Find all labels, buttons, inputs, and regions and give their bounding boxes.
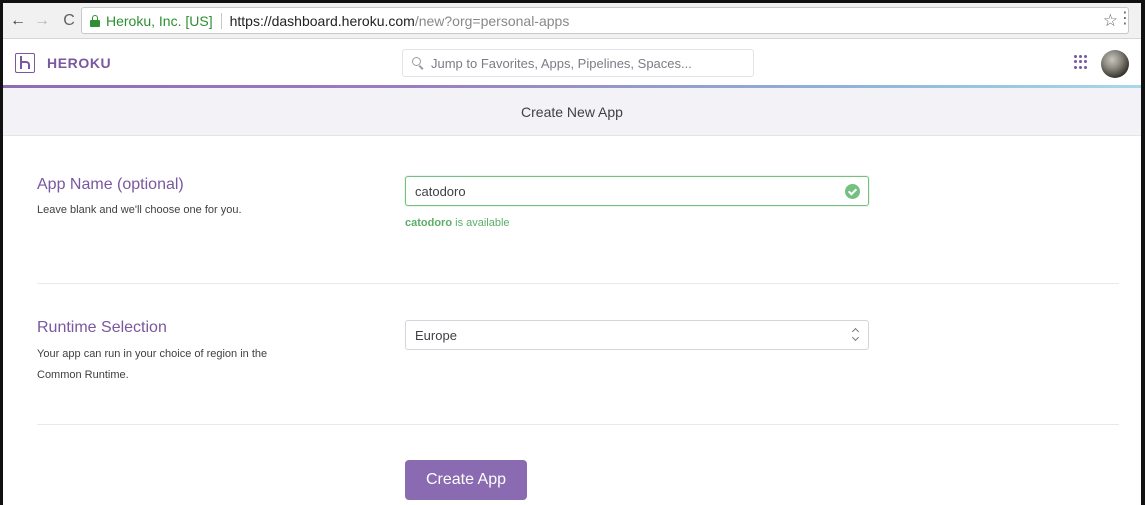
check-circle-icon <box>845 184 860 199</box>
browser-toolbar: ← → C Heroku, Inc. [US] https://dashboar… <box>3 3 1141 39</box>
url-separator <box>220 12 222 29</box>
section-divider <box>37 424 1119 425</box>
app-name-label: App Name (optional) <box>37 176 184 193</box>
page-title-bar: Create New App <box>3 88 1141 136</box>
back-arrow-icon[interactable]: ← <box>9 12 27 30</box>
runtime-help: Your app can run in your choice of regio… <box>37 348 268 381</box>
app-name-input[interactable]: catodoro <box>405 176 869 206</box>
url-path: /new?org=personal-apps <box>414 12 570 29</box>
forward-arrow-icon[interactable]: → <box>33 12 51 30</box>
avatar[interactable] <box>1101 50 1129 78</box>
app-header: HEROKU Jump to Favorites, Apps, Pipeline… <box>3 40 1141 86</box>
search-placeholder: Jump to Favorites, Apps, Pipelines, Spac… <box>431 55 692 71</box>
reload-icon[interactable]: C <box>60 12 78 30</box>
search-icon <box>412 57 424 70</box>
app-name-value: catodoro <box>415 183 466 199</box>
bookmark-star-icon[interactable]: ☆ <box>1103 11 1118 31</box>
region-select[interactable]: Europe <box>405 320 869 350</box>
lock-icon <box>90 14 100 27</box>
search-input[interactable]: Jump to Favorites, Apps, Pipelines, Spac… <box>402 49 754 77</box>
availability-message: catodoro is available <box>405 217 510 229</box>
url-host: https://dashboard.heroku.com <box>229 12 415 29</box>
browser-menu-icon[interactable]: ⋮ <box>1117 11 1133 27</box>
heroku-logo-icon[interactable] <box>15 53 35 73</box>
runtime-label: Runtime Selection <box>37 319 167 336</box>
app-name-help: Leave blank and we'll choose one for you… <box>37 204 242 216</box>
site-identity: Heroku, Inc. [US] <box>106 12 213 29</box>
heroku-logo-text[interactable]: HEROKU <box>47 55 111 71</box>
availability-text: is available <box>452 217 510 229</box>
address-bar[interactable]: Heroku, Inc. [US] https://dashboard.hero… <box>81 7 1129 34</box>
section-divider <box>37 283 1119 284</box>
create-app-button[interactable]: Create App <box>405 460 527 500</box>
region-selected-value: Europe <box>415 327 457 343</box>
availability-app-name: catodoro <box>405 217 453 229</box>
select-arrows-icon <box>852 327 860 343</box>
page-title: Create New App <box>521 103 623 120</box>
apps-grid-icon[interactable] <box>1074 55 1088 69</box>
